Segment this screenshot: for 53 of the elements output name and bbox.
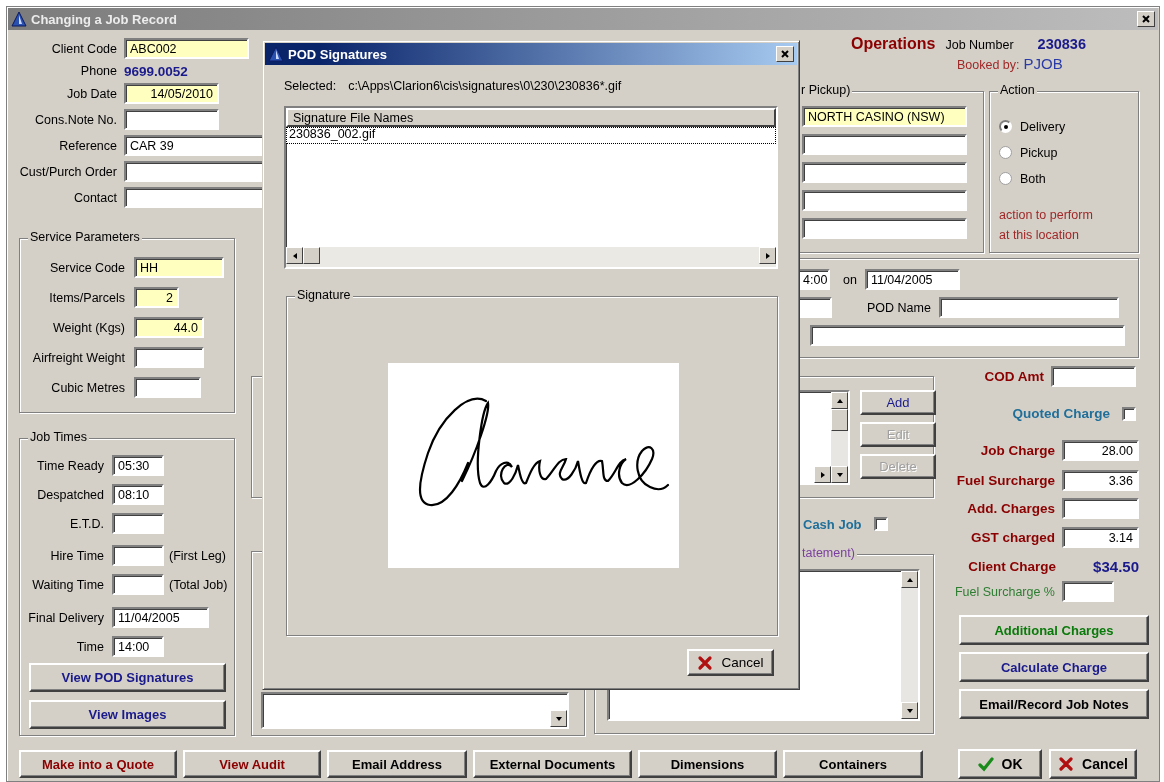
field-label: Service Code: [48, 260, 125, 275]
booked-by-value: PJOB: [1023, 55, 1063, 72]
field-label: Quoted Charge: [1012, 406, 1110, 421]
field-label: Final Delivery: [27, 610, 104, 625]
group-label: Service Parameters: [28, 230, 142, 244]
booked-by-label: Booked by:: [957, 58, 1020, 72]
field-label: COD Amt: [984, 369, 1044, 384]
field-label: Time: [75, 639, 104, 654]
field-label: Time Ready: [36, 458, 104, 473]
group-label: Signature: [295, 288, 353, 302]
job-number-label: Job Number: [945, 38, 1014, 52]
field-label: Fuel Surcharge %: [954, 584, 1055, 599]
field-label: POD Name: [867, 300, 931, 315]
file-path: c:\Apps\Clarion6\cis\signatures\0\230\230836*.gif: [348, 79, 622, 93]
field-label: Airfreight Weight: [31, 350, 125, 365]
field-note: (First Leg): [169, 548, 226, 563]
field-label: Phone: [79, 64, 117, 78]
department-title: Operations: [851, 35, 936, 53]
field-note: (Total Job): [169, 577, 228, 592]
field-label: on: [843, 272, 857, 287]
total-amount: $34.50: [1093, 558, 1139, 575]
field-label: Cons.Note No.: [34, 112, 117, 127]
phone-number: 9699.0052: [124, 63, 188, 79]
group-label: r Pickup): [799, 83, 853, 97]
job-number: 230836: [1037, 36, 1086, 52]
radio-label: Both: [1020, 171, 1046, 186]
field-label: Despatched: [36, 487, 104, 502]
field-label: Cubic Metres: [50, 380, 125, 395]
action-hint: action to perform at this location: [999, 207, 1094, 244]
field-label: Reference: [58, 138, 117, 153]
field-label: Hire Time: [49, 548, 104, 563]
group-label: Action: [998, 83, 1037, 97]
field-label: GST charged: [970, 530, 1055, 545]
field-label: Waiting Time: [31, 577, 104, 592]
checkbox-label: Cash Job: [803, 516, 862, 532]
field-label: Client Charge: [968, 559, 1057, 574]
group-label: tatement): [800, 546, 857, 560]
radio-label: Delivery: [1020, 119, 1066, 134]
group-label: Job Times: [28, 430, 89, 444]
field-label: Selected:: [284, 79, 337, 93]
field-label: Job Date: [65, 86, 117, 101]
window-title: Changing a Job Record: [31, 11, 177, 27]
field-label: Add. Charges: [967, 501, 1055, 516]
field-label: Client Code: [50, 41, 117, 56]
field-label: Cust/Purch Order: [18, 164, 117, 179]
dialog-title: POD Signatures: [288, 46, 387, 62]
field-label: Fuel Surcharge: [956, 473, 1055, 488]
field-label: E.T.D.: [68, 516, 104, 531]
radio-label: Pickup: [1020, 145, 1058, 160]
field-label: Items/Parcels: [48, 290, 125, 305]
field-label: Job Charge: [980, 443, 1055, 458]
field-label: Weight (Kgs): [52, 320, 125, 335]
field-label: Contact: [72, 190, 117, 205]
